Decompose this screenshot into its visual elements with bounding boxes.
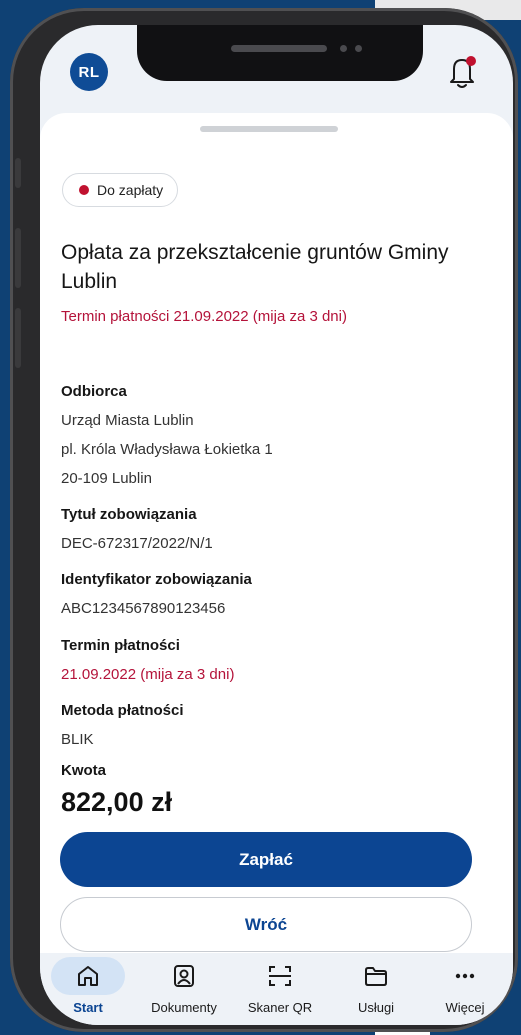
nav-item-qr-scanner[interactable]: Skaner QR — [232, 953, 328, 1025]
more-dots-icon — [428, 957, 502, 995]
nav-item-label: Więcej — [445, 1000, 485, 1015]
status-badge: Do zapłaty — [62, 173, 179, 207]
nav-item-more[interactable]: Więcej — [417, 953, 513, 1025]
id-card-icon — [147, 957, 221, 995]
avatar-initials: RL — [78, 63, 100, 81]
amount-label: Kwota — [61, 762, 106, 779]
notification-dot — [466, 56, 476, 66]
nav-item-label: Start — [73, 1000, 103, 1015]
obligation-id-value: ABC1234567890123456 — [61, 600, 226, 617]
payment-method-value: BLIK — [61, 731, 94, 748]
notifications-bell-icon[interactable] — [445, 53, 479, 91]
due-date-value: 21.09.2022 (mija za 3 dni) — [61, 666, 235, 683]
notch-speaker — [231, 45, 327, 52]
nav-item-start[interactable]: Start — [40, 953, 136, 1025]
phone-frame: RL Do zapłaty Opłata za przekształcenie … — [10, 8, 518, 1032]
recipient-street: pl. Króla Władysława Łokietka 1 — [61, 441, 273, 458]
bottom-navigation: Start Dokumenty Skaner QR Usługi Więcej — [40, 953, 513, 1025]
phone-notch — [137, 25, 423, 81]
nav-item-documents[interactable]: Dokumenty — [136, 953, 232, 1025]
recipient-label: Odbiorca — [61, 383, 127, 400]
recipient-name: Urząd Miasta Lublin — [61, 412, 194, 429]
back-button[interactable]: Wróć — [60, 897, 472, 952]
user-avatar[interactable]: RL — [70, 53, 108, 91]
due-date-label: Termin płatności — [61, 637, 180, 654]
home-icon — [51, 957, 125, 995]
payment-title: Opłata za przekształcenie gruntów Gminy … — [61, 241, 449, 293]
status-dot — [79, 185, 89, 195]
obligation-id-label: Identyfikator zobowiązania — [61, 571, 252, 588]
pay-button[interactable]: Zapłać — [60, 832, 472, 887]
folder-icon — [339, 957, 413, 995]
nav-item-services[interactable]: Usługi — [328, 953, 424, 1025]
notch-sensor — [355, 45, 362, 52]
nav-item-label: Skaner QR — [247, 1000, 313, 1015]
recipient-city: 20-109 Lublin — [61, 470, 152, 487]
phone-volume-down — [15, 308, 21, 368]
nav-item-label: Usługi — [357, 1000, 395, 1015]
notch-camera — [340, 45, 347, 52]
phone-side-button — [15, 158, 21, 188]
amount-value: 822,00 zł — [61, 787, 173, 817]
sheet-drag-handle[interactable] — [200, 126, 338, 132]
payment-method-label: Metoda płatności — [61, 702, 184, 719]
payment-deadline-notice: Termin płatności 21.09.2022 (mija za 3 d… — [61, 308, 347, 325]
obligation-title-label: Tytuł zobowiązania — [61, 506, 197, 523]
phone-screen: RL Do zapłaty Opłata za przekształcenie … — [40, 25, 513, 1025]
qr-scanner-icon — [243, 957, 317, 995]
nav-item-label: Dokumenty — [151, 1000, 217, 1015]
phone-volume-up — [15, 228, 21, 288]
obligation-title-value: DEC-672317/2022/N/1 — [61, 535, 213, 552]
status-label: Do zapłaty — [97, 182, 164, 198]
payment-detail-sheet: Do zapłaty Opłata za przekształcenie gru… — [40, 113, 513, 953]
